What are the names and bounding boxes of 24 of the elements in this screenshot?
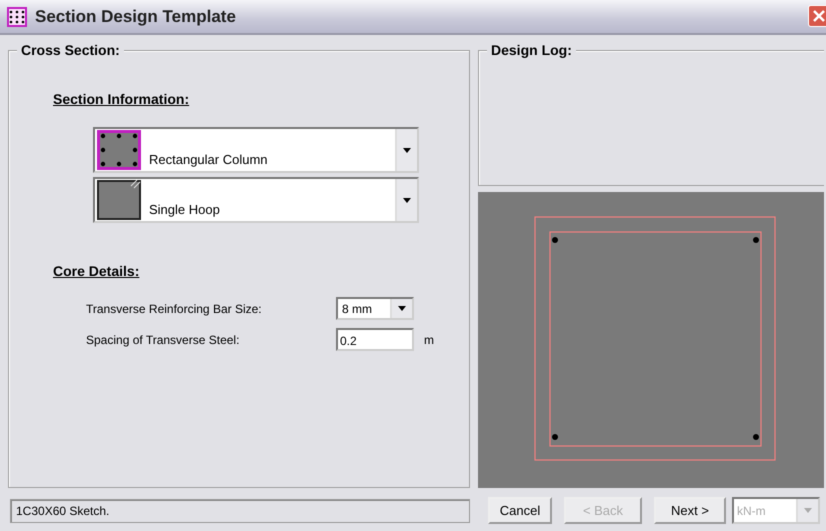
status-bar: 1C30X60 Sketch. — [10, 498, 470, 522]
section-heading: Section Information: — [53, 91, 190, 107]
caret-icon — [403, 198, 411, 202]
group-title: Cross Section: — [17, 42, 124, 58]
next-button[interactable]: Next > — [654, 497, 726, 524]
spacing-input[interactable]: 0.2 — [336, 328, 414, 351]
field-label: Spacing of Transverse Steel: — [86, 332, 240, 346]
section-heading: Core Details: — [53, 263, 140, 279]
window-title: Section Design Template — [35, 6, 236, 26]
unit-label: m — [424, 332, 434, 346]
close-icon — [812, 9, 826, 23]
section-type-dropdown[interactable]: Rectangular Column — [93, 127, 419, 173]
hoop-section-icon — [97, 180, 141, 220]
cancel-button[interactable]: Cancel — [488, 497, 552, 524]
caret-icon — [403, 148, 411, 152]
caret-icon — [804, 508, 812, 513]
close-button[interactable] — [808, 5, 826, 27]
field-label: Transverse Reinforcing Bar Size: — [86, 302, 263, 316]
bar-size-dropdown[interactable]: 8 mm — [336, 297, 414, 320]
hoop-type-dropdown[interactable]: Single Hoop — [93, 177, 419, 223]
app-icon — [7, 6, 27, 26]
column-section-icon — [97, 130, 141, 170]
group-title: Design Log: — [487, 42, 576, 58]
caret-icon — [398, 306, 406, 311]
